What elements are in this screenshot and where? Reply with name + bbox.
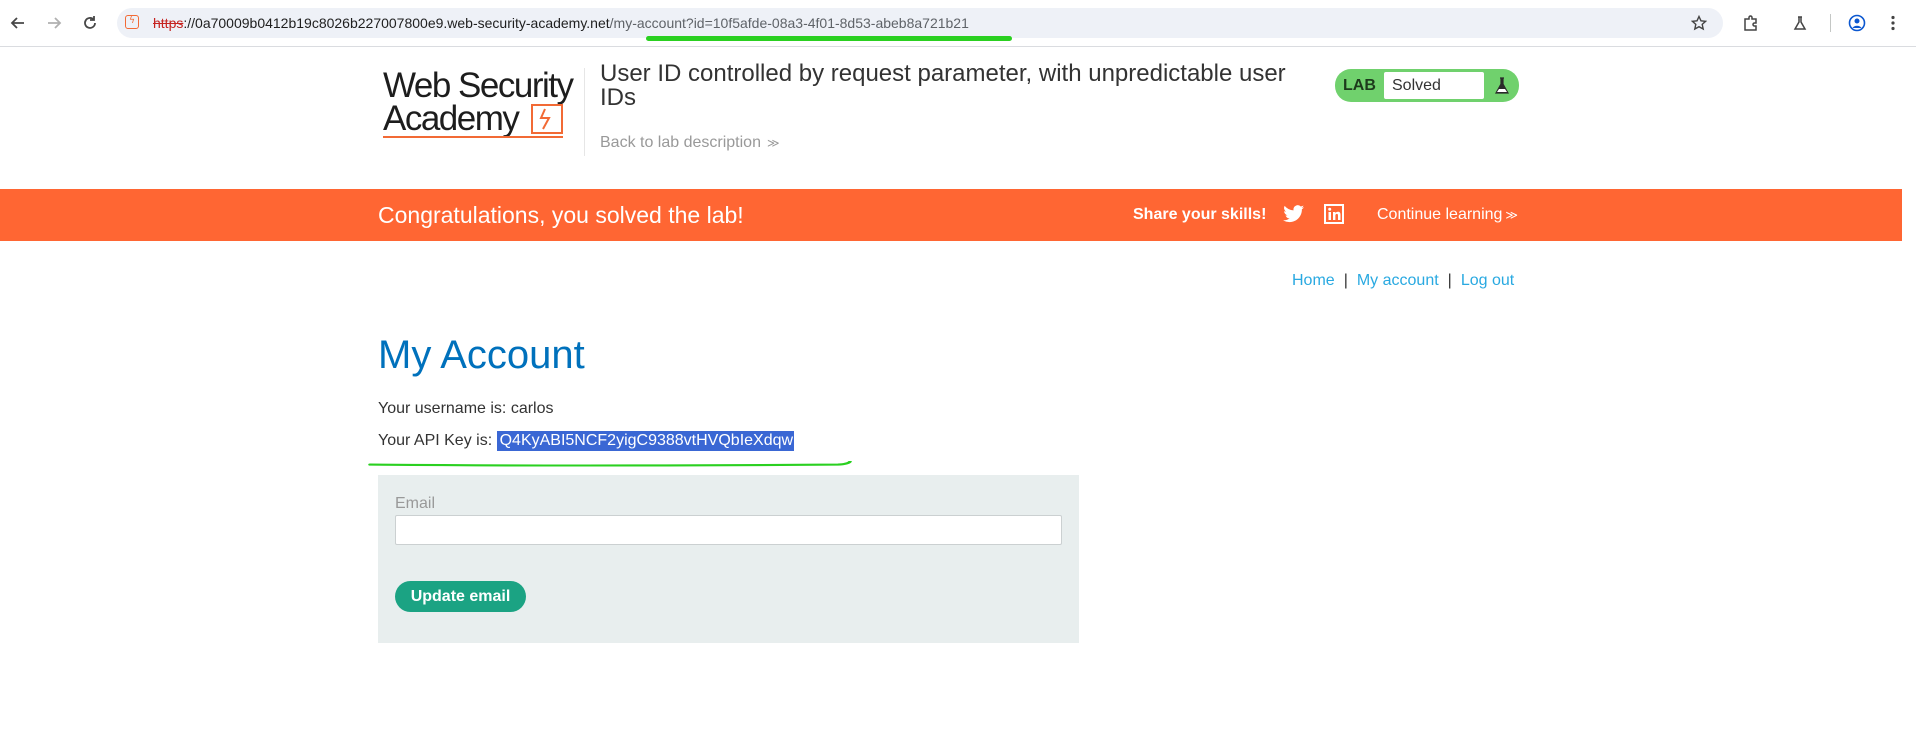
email-label: Email [395,495,436,512]
header-divider [584,68,585,156]
url-annotation-underline [646,36,1012,41]
update-email-form: Email Update email [378,475,1079,643]
bookmark-star-icon[interactable] [1687,11,1711,35]
toolbar-divider [1830,14,1831,32]
web-security-academy-logo[interactable]: Web Security Academy [381,66,581,142]
url-host: ://0a70009b0412b19c8026b227007800e9.web-… [183,15,610,31]
back-arrow-icon[interactable] [6,11,30,35]
share-skills-label: Share your skills! [1133,206,1267,223]
flask-icon [1488,72,1515,99]
extensions-puzzle-icon[interactable] [1739,11,1763,35]
username-prefix: Your username is: [378,400,511,417]
api-key-prefix: Your API Key is: [378,432,497,449]
api-key-line: Your API Key is: Q4KyABI5NCF2yigC9388vtH… [378,431,795,451]
continue-learning-label: Continue learning [1377,206,1503,223]
api-key-annotation-underline [368,461,852,467]
lab-label: LAB [1343,77,1376,94]
linkedin-icon[interactable] [1324,204,1344,229]
more-menu-icon[interactable] [1881,11,1905,35]
lab-status-box: Solved [1384,72,1484,99]
address-bar[interactable]: ϟ https://0a70009b0412b19c8026b227007800… [117,8,1723,38]
double-chevron-icon: ≫ [766,136,780,150]
lab-status-badge: LAB Solved [1335,69,1519,102]
solved-banner: Congratulations, you solved the lab! Sha… [0,189,1902,241]
logo-text-line2: Academy [383,99,520,138]
log-out-link[interactable]: Log out [1461,272,1514,289]
email-input[interactable] [395,515,1062,545]
update-email-button[interactable]: Update email [395,581,526,612]
username-line: Your username is: carlos [378,400,554,418]
continue-learning-link[interactable]: Continue learning ≫ [1377,206,1518,224]
nav-separator: | [1447,272,1452,289]
lab-status-text: Solved [1392,77,1441,94]
username-value: carlos [510,400,554,417]
url-text[interactable]: https://0a70009b0412b19c8026b227007800e9… [153,15,969,31]
twitter-icon[interactable] [1283,204,1305,229]
url-path: /my-account?id=10f5afde-08a3-4f01-8d53-a… [609,15,969,31]
page-title: My Account [378,333,585,377]
logo-mark-icon [531,104,563,134]
site-favicon: ϟ [125,15,139,29]
my-account-link[interactable]: My account [1357,272,1439,289]
labs-flask-icon[interactable] [1788,11,1812,35]
browser-toolbar: ϟ https://0a70009b0412b19c8026b227007800… [0,0,1916,47]
reload-icon[interactable] [78,11,102,35]
api-key-value[interactable]: Q4KyABI5NCF2yigC9388vtHVQbIeXdqw [496,431,795,451]
double-chevron-icon: ≫ [1505,208,1518,222]
url-scheme: https [153,15,184,31]
forward-arrow-icon[interactable] [42,11,66,35]
congratulations-message: Congratulations, you solved the lab! [378,202,744,228]
back-to-lab-link[interactable]: Back to lab description ≫ [600,134,780,152]
profile-icon[interactable] [1845,11,1869,35]
nav-separator: | [1343,272,1348,289]
logo-underline [383,136,563,138]
home-link[interactable]: Home [1292,272,1335,289]
account-nav: Home | My account | Log out [1292,272,1514,290]
lab-title: User ID controlled by request parameter,… [600,60,1286,111]
back-to-lab-label: Back to lab description [600,134,761,151]
